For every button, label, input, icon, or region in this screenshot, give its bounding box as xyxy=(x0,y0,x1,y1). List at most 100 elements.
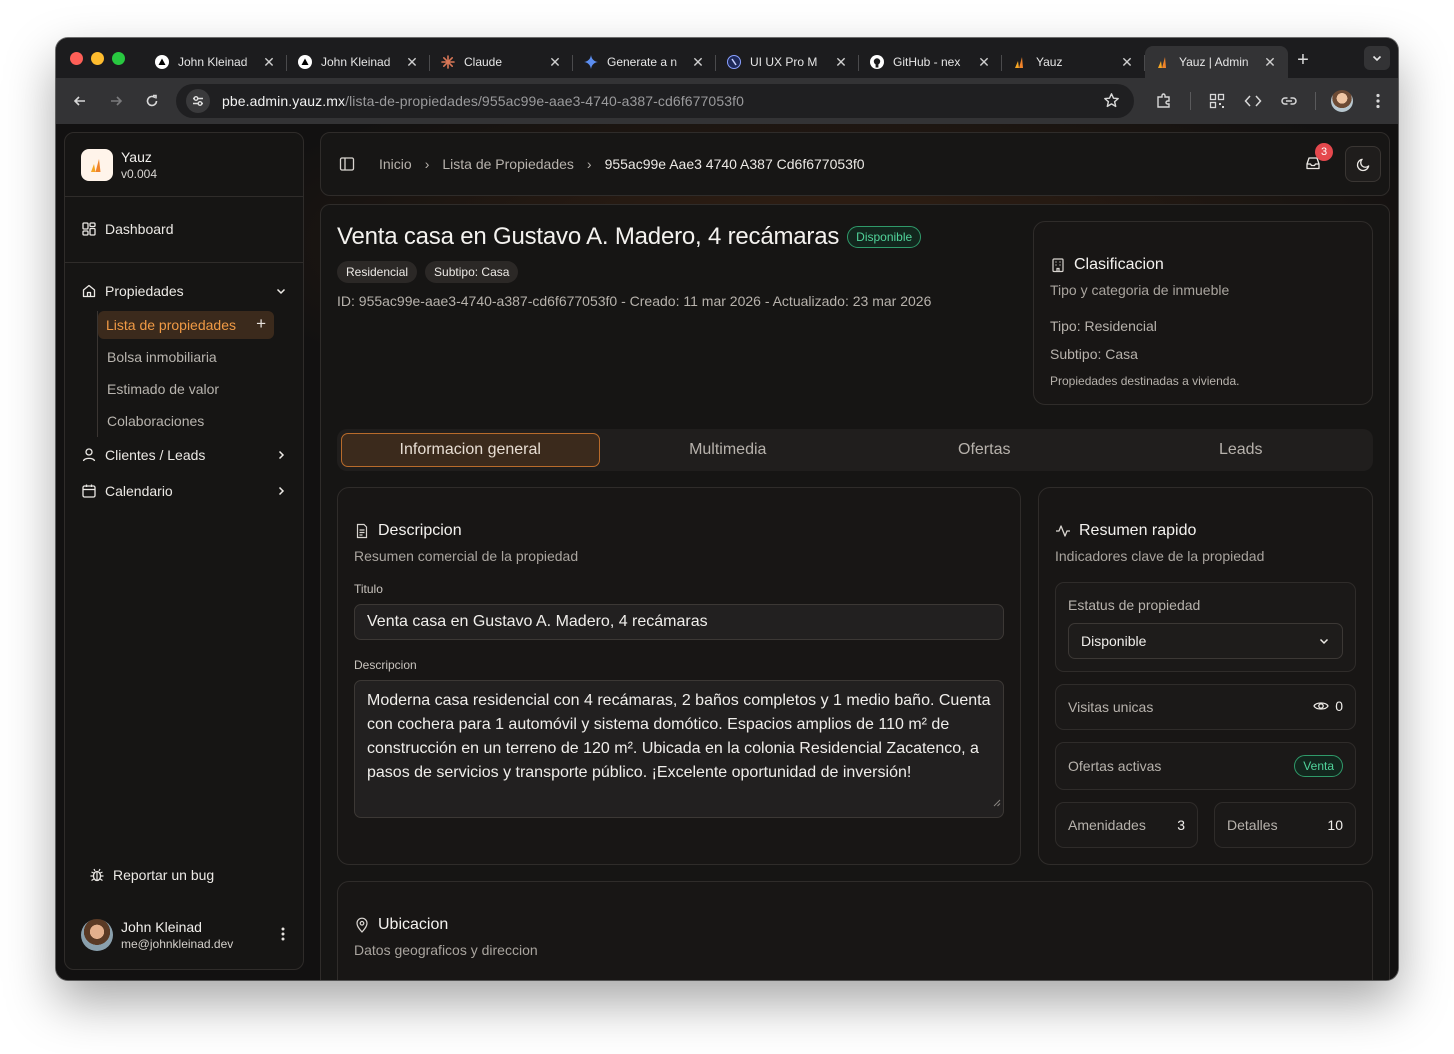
sidebar-item-propiedades[interactable]: Propiedades xyxy=(65,273,303,309)
chevron-down-icon xyxy=(1372,55,1382,62)
chevron-right-icon xyxy=(275,484,287,500)
github-icon xyxy=(869,54,885,70)
sidebar-item-label: Bolsa inmobiliaria xyxy=(107,349,217,365)
breadcrumb-current: 955ac99e Aae3 4740 A387 Cd6f677053f0 xyxy=(604,156,865,172)
brand-version: v0.004 xyxy=(121,166,158,181)
reload-button[interactable] xyxy=(134,86,170,116)
browser-tab[interactable]: Claude ✕ xyxy=(430,46,573,78)
browser-tab[interactable]: Generate a n ✕ xyxy=(573,46,716,78)
browser-tab[interactable]: John Kleinad ✕ xyxy=(144,46,287,78)
breadcrumb-lista-de-propiedades[interactable]: Lista de Propiedades xyxy=(442,156,574,172)
property-chips: Residencial Subtipo: Casa xyxy=(337,261,519,283)
visitas-value: 0 xyxy=(1335,698,1343,714)
tab-search-button[interactable] xyxy=(1364,46,1390,70)
estatus-select[interactable]: Disponible xyxy=(1068,623,1343,659)
close-window-button[interactable] xyxy=(70,51,83,65)
tab-close-icon[interactable]: ✕ xyxy=(261,54,277,71)
section-tabs: Informacion general Multimedia Ofertas L… xyxy=(337,429,1373,471)
address-bar[interactable]: pbe.admin.yauz.mx/lista-de-propiedades/9… xyxy=(176,84,1134,118)
descripcion-card: Descripcion Resumen comercial de la prop… xyxy=(337,487,1021,865)
app-topbar: Inicio › Lista de Propiedades › 955ac99e… xyxy=(320,132,1390,196)
report-bug-button[interactable]: Reportar un bug xyxy=(65,857,303,893)
descripcion-textarea[interactable]: Moderna casa residencial con 4 recámaras… xyxy=(354,680,1004,818)
browser-tab[interactable]: UI UX Pro M ✕ xyxy=(716,46,859,78)
back-button[interactable] xyxy=(62,86,98,116)
visitas-value-group: 0 xyxy=(1313,698,1343,714)
titulo-input[interactable]: Venta casa en Gustavo A. Madero, 4 recám… xyxy=(354,604,1004,640)
more-vertical-icon[interactable] xyxy=(281,927,285,946)
chevron-right-icon: › xyxy=(424,156,430,172)
tab-close-icon[interactable]: ✕ xyxy=(1262,54,1278,71)
tab-close-icon[interactable]: ✕ xyxy=(547,54,563,71)
uiux-icon xyxy=(726,54,742,70)
user-profile[interactable]: John Kleinad me@johnkleinad.dev xyxy=(65,905,303,965)
clasificacion-subtipo: Subtipo: Casa xyxy=(1050,346,1138,362)
puzzle-icon xyxy=(1157,93,1170,108)
sidebar-item-bolsa-inmobiliaria[interactable]: Bolsa inmobiliaria xyxy=(98,341,303,373)
url-host: pbe.admin.yauz.mx xyxy=(222,93,346,109)
amenidades-box: Amenidades 3 xyxy=(1055,802,1198,848)
link-icon xyxy=(1281,97,1297,105)
devtools-button[interactable] xyxy=(1235,86,1271,116)
chevron-down-icon xyxy=(1318,634,1330,650)
browser-menu-button[interactable] xyxy=(1360,86,1396,116)
propiedades-submenu: Lista de propiedades + Bolsa inmobiliari… xyxy=(97,311,303,437)
titulo-value: Venta casa en Gustavo A. Madero, 4 recám… xyxy=(367,613,708,630)
tab-close-icon[interactable]: ✕ xyxy=(833,54,849,71)
maximize-window-button[interactable] xyxy=(112,51,125,65)
tab-informacion-general[interactable]: Informacion general xyxy=(341,433,600,467)
claude-icon xyxy=(440,54,456,70)
arrow-right-icon xyxy=(111,96,123,106)
descripcion-title: Descripcion xyxy=(378,522,462,539)
tab-close-icon[interactable]: ✕ xyxy=(976,54,992,71)
sidebar-item-label: Propiedades xyxy=(105,283,184,299)
detalles-value: 10 xyxy=(1327,817,1343,833)
browser-tab-active[interactable]: Yauz | Admin ✕ xyxy=(1145,46,1288,78)
sidebar-item-clientes-leads[interactable]: Clientes / Leads xyxy=(65,437,303,473)
qr-code-button[interactable] xyxy=(1199,86,1235,116)
user-name: John Kleinad xyxy=(121,919,202,935)
forward-button[interactable] xyxy=(98,86,134,116)
sidebar-toggle-icon[interactable] xyxy=(339,156,355,172)
sidebar-item-calendario[interactable]: Calendario xyxy=(65,473,303,509)
brand-header[interactable]: Yauz v0.004 xyxy=(65,133,303,197)
activity-icon xyxy=(1055,523,1071,539)
theme-toggle-button[interactable] xyxy=(1345,146,1381,182)
sidebar-footer: Reportar un bug John Kleinad me@johnklei… xyxy=(65,857,303,969)
detalles-label: Detalles xyxy=(1227,817,1278,833)
new-tab-button[interactable]: + xyxy=(1288,49,1318,72)
link-button[interactable] xyxy=(1271,86,1307,116)
tab-close-icon[interactable]: ✕ xyxy=(1119,54,1135,71)
site-settings-icon[interactable] xyxy=(186,89,210,113)
ubicacion-card: Ubicacion Datos geograficos y direccion xyxy=(337,881,1373,980)
gemini-icon xyxy=(583,54,599,70)
resumen-card: Resumen rapido Indicadores clave de la p… xyxy=(1038,487,1373,865)
tab-close-icon[interactable]: ✕ xyxy=(404,54,420,71)
estatus-box: Estatus de propiedad Disponible xyxy=(1055,582,1356,672)
property-meta: ID: 955ac99e-aae3-4740-a387-cd6f677053f0… xyxy=(337,293,932,309)
sidebar-item-dashboard[interactable]: Dashboard xyxy=(65,211,303,247)
tab-ofertas[interactable]: Ofertas xyxy=(856,433,1113,467)
descripcion-subtitle: Resumen comercial de la propiedad xyxy=(354,548,579,564)
add-property-icon[interactable]: + xyxy=(256,315,266,332)
sidebar-item-colaboraciones[interactable]: Colaboraciones xyxy=(98,405,303,437)
toolbar-divider xyxy=(1190,92,1191,110)
browser-tab[interactable]: John Kleinad ✕ xyxy=(287,46,430,78)
triangle-icon xyxy=(297,54,313,70)
sidebar-item-label: Clientes / Leads xyxy=(105,447,206,463)
minimize-window-button[interactable] xyxy=(91,51,104,65)
tab-title: Yauz | Admin xyxy=(1179,55,1249,69)
profile-button[interactable] xyxy=(1324,86,1360,116)
tab-multimedia[interactable]: Multimedia xyxy=(600,433,857,467)
browser-tab[interactable]: Yauz ✕ xyxy=(1002,46,1145,78)
breadcrumb-inicio[interactable]: Inicio xyxy=(379,156,412,172)
sidebar-item-label: Colaboraciones xyxy=(107,413,205,429)
extensions-button[interactable] xyxy=(1146,86,1182,116)
bookmark-star-icon[interactable] xyxy=(1103,92,1120,114)
sidebar-item-estimado-de-valor[interactable]: Estimado de valor xyxy=(98,373,303,405)
browser-tab[interactable]: GitHub - nex ✕ xyxy=(859,46,1002,78)
tab-close-icon[interactable]: ✕ xyxy=(690,54,706,71)
tab-leads[interactable]: Leads xyxy=(1113,433,1370,467)
sidebar-item-lista-de-propiedades[interactable]: Lista de propiedades + xyxy=(98,311,274,339)
resize-grip-icon[interactable] xyxy=(993,791,1001,815)
